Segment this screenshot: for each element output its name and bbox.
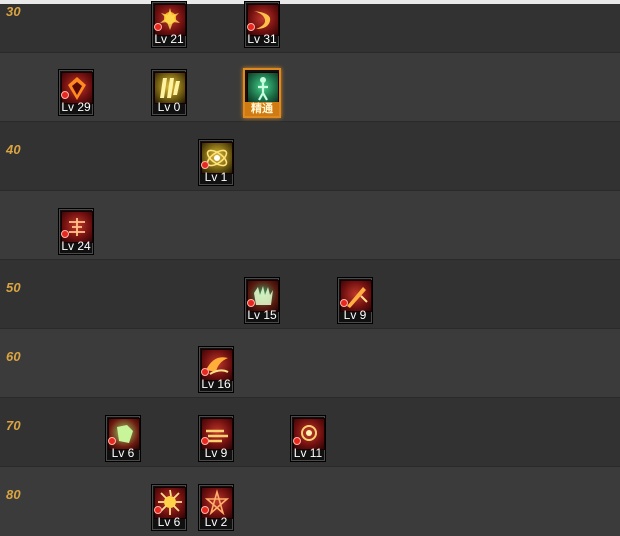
skill-level: Lv 31 — [247, 32, 277, 46]
skill-level: Lv 24 — [61, 239, 91, 253]
alert-dot-icon — [201, 506, 209, 514]
tier-row-60 — [0, 329, 620, 397]
skill-slot[interactable]: Lv 9 — [337, 277, 373, 324]
skill-slot[interactable]: Lv 29 — [58, 69, 94, 116]
alert-dot-icon — [247, 299, 255, 307]
alert-dot-icon — [154, 23, 162, 31]
skill-slot[interactable]: Lv 24 — [58, 208, 94, 255]
skill-level: Lv 1 — [204, 170, 228, 184]
skill-level: Lv 21 — [154, 32, 184, 46]
skill-slot[interactable]: Lv 21 — [151, 1, 187, 48]
alert-dot-icon — [108, 437, 116, 445]
skill-level: Lv 6 — [111, 446, 135, 460]
skill-slot[interactable]: Lv 11 — [290, 415, 326, 462]
tier-row-80 — [0, 467, 620, 536]
alert-dot-icon — [61, 91, 69, 99]
alert-dot-icon — [340, 299, 348, 307]
skill-slot[interactable]: Lv 1 — [198, 139, 234, 186]
skill-level: Lv 0 — [157, 100, 181, 114]
skill-level: Lv 2 — [204, 515, 228, 529]
level-label-40: 40 — [6, 142, 21, 157]
level-label-60: 60 — [6, 349, 21, 364]
alert-dot-icon — [293, 437, 301, 445]
level-label-70: 70 — [6, 418, 21, 433]
figure-aura-icon — [247, 72, 279, 104]
alert-dot-icon — [247, 23, 255, 31]
skill-slot[interactable]: Lv 31 — [244, 1, 280, 48]
level-label-30: 30 — [6, 4, 21, 19]
tier-row-50 — [0, 260, 620, 328]
skill-slot[interactable]: Lv 16 — [198, 346, 234, 393]
alert-dot-icon — [201, 437, 209, 445]
alert-dot-icon — [61, 230, 69, 238]
level-label-80: 80 — [6, 487, 21, 502]
level-label-50: 50 — [6, 280, 21, 295]
skill-level: Lv 6 — [157, 515, 181, 529]
skill-level: Lv 9 — [343, 308, 367, 322]
skill-level: Lv 9 — [204, 446, 228, 460]
skill-slot[interactable]: Lv 6 — [151, 484, 187, 531]
skill-level: Lv 16 — [201, 377, 231, 391]
skill-slot[interactable]: Lv 0 — [151, 69, 187, 116]
alert-dot-icon — [201, 161, 209, 169]
alert-dot-icon — [154, 506, 162, 514]
skill-level: Lv 29 — [61, 100, 91, 114]
mastery-tag: 精通 — [245, 102, 279, 116]
mastery-skill-slot[interactable]: 精通 — [243, 68, 281, 118]
tier-row-30 — [0, 4, 620, 52]
skill-level: Lv 11 — [293, 446, 323, 460]
skill-slot[interactable]: Lv 6 — [105, 415, 141, 462]
skill-slot[interactable]: Lv 15 — [244, 277, 280, 324]
alert-dot-icon — [201, 368, 209, 376]
tier-row-40 — [0, 122, 620, 190]
skill-level: Lv 15 — [247, 308, 277, 322]
skill-slot[interactable]: Lv 9 — [198, 415, 234, 462]
skill-slot[interactable]: Lv 2 — [198, 484, 234, 531]
